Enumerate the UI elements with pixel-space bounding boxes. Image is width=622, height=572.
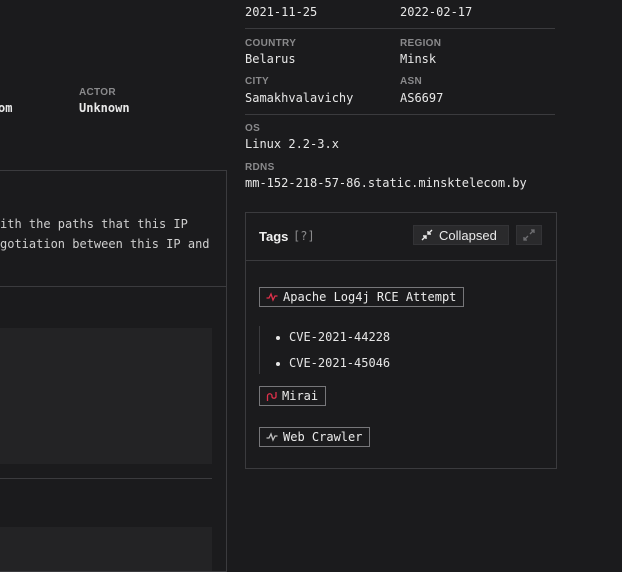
region-value: Minsk	[400, 52, 437, 66]
malicious-activity-icon	[266, 292, 278, 302]
country-value: Belarus	[245, 52, 296, 66]
divider	[245, 114, 555, 115]
description-line-2: gotiation between this IP and	[0, 237, 210, 251]
first-seen-value: 2021-11-25	[245, 5, 318, 19]
tags-help-link[interactable]: [?]	[293, 229, 315, 243]
rdns-label: RDNS	[245, 162, 275, 173]
cve-item[interactable]: CVE-2021-44228	[275, 330, 390, 344]
actor-label: ACTOR	[79, 87, 116, 98]
divider	[246, 260, 556, 261]
malicious-worm-icon	[266, 391, 277, 401]
country-label: COUNTRY	[245, 38, 297, 49]
city-label: CITY	[245, 76, 269, 87]
last-seen-value: 2022-02-17	[400, 5, 473, 19]
collapsed-label: Collapsed	[439, 227, 497, 243]
tag-apache-log4j[interactable]: Apache Log4j RCE Attempt	[259, 287, 465, 307]
tags-title: Tags	[259, 229, 289, 244]
description-line-1: ith the paths that this IP	[0, 217, 188, 231]
region-label: REGION	[400, 38, 442, 49]
expand-button[interactable]	[516, 225, 542, 245]
asn-label: ASN	[400, 76, 423, 87]
asn-value: AS6697	[400, 91, 444, 105]
activity-icon	[266, 432, 278, 442]
divider	[0, 478, 212, 479]
collapsed-toggle-button[interactable]: Collapsed	[413, 225, 509, 245]
collapse-icon	[421, 229, 433, 241]
os-label: OS	[245, 123, 261, 134]
organization-value: om	[0, 101, 13, 115]
city-value: Samakhvalavichy	[245, 91, 354, 105]
tag-label: Mirai	[282, 389, 319, 403]
tag-mirai[interactable]: Mirai	[259, 386, 327, 406]
cve-list-bar	[259, 326, 260, 374]
left-content-panel: ith the paths that this IP gotiation bet…	[0, 170, 227, 572]
divider	[0, 286, 226, 287]
os-value: Linux 2.2-3.x	[245, 137, 339, 151]
code-block	[0, 527, 212, 571]
tag-web-crawler[interactable]: Web Crawler	[259, 427, 371, 447]
tag-label: Apache Log4j RCE Attempt	[283, 290, 457, 304]
tag-label: Web Crawler	[283, 430, 363, 444]
cve-item[interactable]: CVE-2021-45046	[275, 356, 390, 370]
rdns-value: mm-152-218-57-86.static.minsktelecom.by	[245, 176, 527, 190]
code-block	[0, 328, 212, 464]
tags-card: Tags [?] Collapsed Apache Log4j RCE Atte…	[245, 212, 557, 469]
expand-icon	[523, 229, 535, 241]
actor-value: Unknown	[79, 101, 130, 115]
divider	[245, 28, 555, 29]
